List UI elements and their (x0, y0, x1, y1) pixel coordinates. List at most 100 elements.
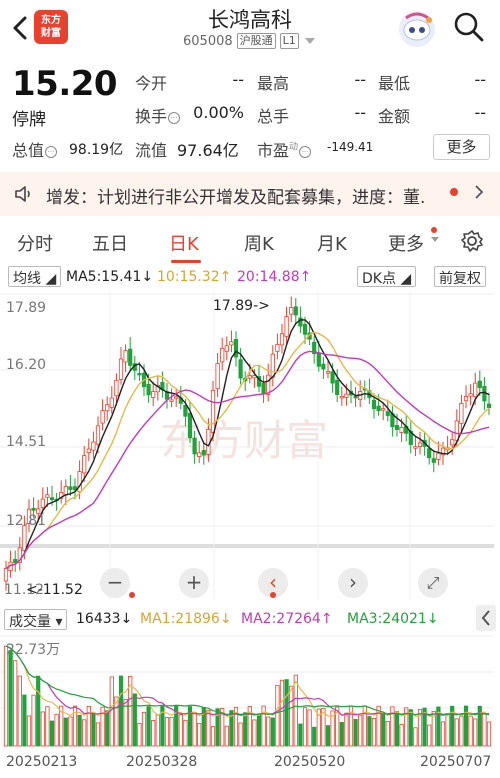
pe-label: 市盈动 ··· (257, 137, 312, 161)
chevron-right-icon[interactable] (474, 184, 484, 200)
period-tabs: 分时 五日 日K 周K 月K 更多 (0, 224, 500, 264)
candle (13, 559, 18, 563)
candle (82, 455, 87, 474)
adjust-selector[interactable]: 前复权 (434, 266, 486, 287)
volume-bar (238, 722, 243, 747)
trading-status: 停牌 (12, 110, 46, 130)
candle (215, 363, 220, 390)
info-icon[interactable]: ··· (168, 112, 181, 124)
candle (394, 425, 400, 430)
tab-week-k[interactable]: 周K (244, 230, 274, 256)
candle (321, 363, 326, 370)
candle (86, 448, 91, 453)
more-quote-button[interactable]: 更多 (433, 134, 490, 160)
volume-bar (252, 719, 257, 747)
candle (427, 448, 432, 459)
candle (436, 452, 441, 460)
candle (450, 439, 455, 446)
volume-bar (77, 714, 82, 747)
pan-left-dot (270, 592, 276, 598)
info-icon[interactable]: ··· (45, 146, 58, 158)
date-label: 20250707 (420, 754, 492, 770)
volume-bar (312, 726, 317, 747)
volume-bar (105, 710, 110, 747)
candle (210, 389, 216, 433)
candle (31, 507, 36, 511)
tab-month-k[interactable]: 月K (317, 230, 347, 256)
volume-bar (284, 679, 289, 747)
tab-five-day[interactable]: 五日 (92, 230, 128, 256)
pan-right-button[interactable]: › (338, 568, 368, 598)
fullscreen-button[interactable]: ⤢ (418, 568, 448, 598)
candle (261, 382, 266, 394)
vol-ma1-line (5, 645, 490, 717)
robot-assistant-icon[interactable] (396, 8, 438, 50)
volume-bar (266, 716, 271, 747)
volume-bar (49, 720, 55, 747)
zoom-in-button[interactable]: + (179, 568, 209, 598)
candle (275, 344, 280, 352)
volume-chart[interactable]: 22.73万 (0, 632, 500, 748)
candle (233, 339, 239, 358)
candle (123, 350, 128, 363)
candle (183, 404, 188, 417)
volume-bar (275, 684, 280, 747)
volume-bar (36, 675, 41, 747)
tab-day-k[interactable]: 日K (169, 230, 199, 256)
stock-code: 605008 (183, 33, 233, 49)
ma-legend: MA5:15.41↓ 10:15.32↑ 20:14.88↑ (0, 266, 500, 290)
volume-bar (164, 717, 170, 747)
candle (417, 442, 423, 448)
volume-bar (137, 723, 142, 747)
search-icon[interactable] (452, 10, 486, 44)
candle (477, 380, 482, 389)
candle (376, 405, 381, 411)
volume-legend: 16433↓ MA1:21896↓ MA2:27264↑ MA3:24021↓ (0, 608, 500, 632)
active-tab-indicator (171, 260, 201, 263)
volume-bar (26, 715, 32, 747)
collapse-panel-button[interactable] (476, 605, 496, 631)
candle (114, 379, 119, 397)
volume-bar (399, 724, 404, 747)
volume-bar (178, 714, 183, 747)
candle (95, 425, 101, 445)
volume-bar (344, 712, 349, 747)
volume-label: 总手 (257, 107, 290, 126)
candle (224, 345, 229, 352)
dk-selector[interactable]: DK点 ◢ (357, 266, 417, 287)
tab-more[interactable]: 更多 (388, 230, 424, 256)
candle (385, 411, 390, 416)
tab-minute[interactable]: 分时 (17, 230, 53, 256)
zoom-out-button[interactable]: − (100, 568, 130, 598)
volume-value: 16433↓ (76, 611, 133, 627)
open-label: 今开 (135, 74, 168, 93)
market-tag: 沪股通 (236, 33, 276, 49)
volume-bar (169, 717, 174, 747)
volume-bar (293, 674, 298, 747)
volume-bar (45, 706, 50, 747)
ma5-value: MA5:15.41↓ (66, 269, 154, 285)
chevron-down-icon (304, 38, 315, 44)
y-tick-high: 17.89 (6, 300, 46, 316)
candle (109, 397, 114, 408)
open-value: -- (232, 70, 244, 89)
info-icon[interactable]: ··· (299, 146, 312, 158)
gear-icon[interactable] (460, 229, 484, 253)
volume-bar (183, 719, 188, 747)
date-axis: 20250213 20250328 20250520 20250707 (0, 752, 500, 774)
candle (68, 486, 73, 490)
volume-bar (279, 679, 285, 747)
candle (146, 384, 151, 396)
candle (187, 413, 193, 439)
candle (247, 375, 252, 379)
stock-code-row[interactable]: 605008 沪股通 L1 (183, 33, 315, 49)
announcement-banner[interactable]: 增发：计划进行非公开增发及配套募集，进度：董... (0, 172, 500, 216)
kline-chart[interactable]: 东方财富 17.89 16.20 14.51 12.81 11.12 17.89… (0, 290, 500, 600)
candle (45, 494, 50, 498)
candle (330, 371, 335, 384)
candle (192, 437, 197, 455)
volume-bar (408, 709, 413, 747)
new-dot (431, 227, 437, 233)
volume-bar (146, 706, 151, 747)
volume-value: -- (354, 103, 366, 122)
